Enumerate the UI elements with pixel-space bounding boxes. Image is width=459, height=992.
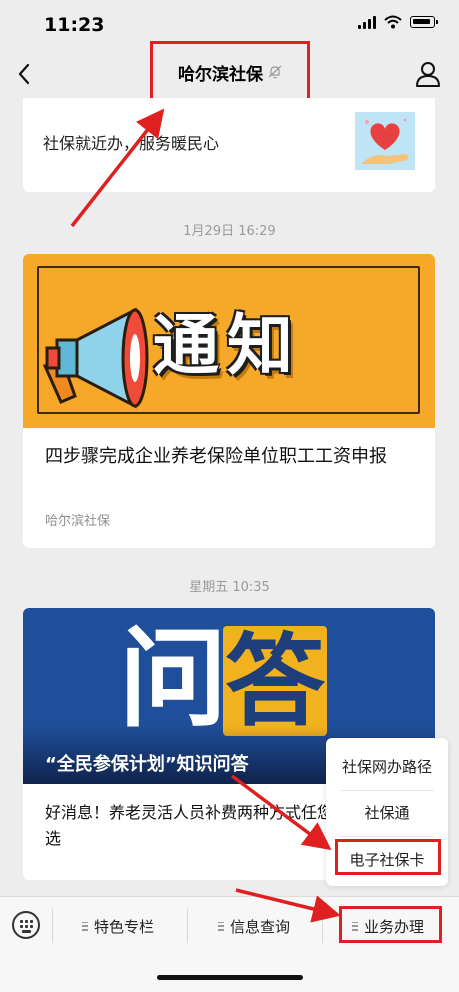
tab-label: 信息查询: [230, 917, 291, 936]
menu-lines-icon: [218, 921, 224, 931]
banner-caption: “全民参保计划”知识问答: [45, 754, 249, 775]
business-tab-highlight-box: [339, 906, 442, 943]
message-timestamp: 1月29日 16:29: [183, 224, 276, 239]
tab-label: 特色专栏: [94, 917, 155, 936]
submenu-divider: [340, 790, 434, 791]
keyboard-icon[interactable]: [12, 911, 40, 939]
submenu-item-shebaotong[interactable]: 社保通: [326, 802, 448, 823]
title-highlight-box: 哈尔滨社保: [150, 41, 310, 103]
status-icons: [358, 15, 438, 29]
article-title: 社保就近办，服务暖民心: [43, 134, 220, 153]
tab-divider: [52, 909, 53, 943]
heart-hand-icon: [355, 112, 415, 170]
qa-banner-right-char: 答: [225, 623, 325, 740]
back-icon[interactable]: [12, 58, 42, 90]
e-card-highlight-box: [335, 839, 441, 875]
wifi-icon: [384, 15, 402, 29]
article-title: 好消息！养老灵活人员补费两种方式任您选: [45, 803, 334, 848]
status-time: 11:23: [44, 14, 105, 36]
qa-banner-left-char: 问: [119, 617, 228, 742]
mute-bell-icon: [268, 65, 282, 79]
battery-icon: [410, 16, 438, 28]
notice-banner-text: 通知: [153, 307, 301, 384]
profile-icon[interactable]: [415, 60, 441, 88]
submenu-item-online-path[interactable]: 社保网办路径: [326, 756, 448, 777]
message-timestamp: 星期五 10:35: [189, 580, 270, 595]
nav-bar: 哈尔滨社保: [0, 41, 459, 103]
tab-divider: [322, 909, 323, 943]
article-title: 四步骤完成企业养老保险单位职工工资申报: [45, 446, 387, 467]
tab-featured-column[interactable]: 特色专栏: [82, 913, 154, 939]
article-thumbnail: [355, 112, 415, 170]
page-title: 哈尔滨社保: [178, 64, 263, 85]
megaphone-icon: [42, 307, 149, 409]
signal-icon: [358, 15, 376, 29]
article-card[interactable]: 通知 四步骤完成企业养老保险单位职工工资申报 哈尔滨社保: [23, 254, 435, 548]
article-source: 哈尔滨社保: [45, 514, 111, 529]
home-indicator[interactable]: [157, 975, 303, 980]
notice-banner-image: 通知: [23, 254, 435, 428]
menu-lines-icon: [82, 921, 88, 931]
submenu-divider: [340, 836, 434, 837]
tab-info-query[interactable]: 信息查询: [218, 913, 290, 939]
tab-divider: [187, 909, 188, 943]
article-card[interactable]: 社保就近办，服务暖民心: [23, 98, 435, 192]
